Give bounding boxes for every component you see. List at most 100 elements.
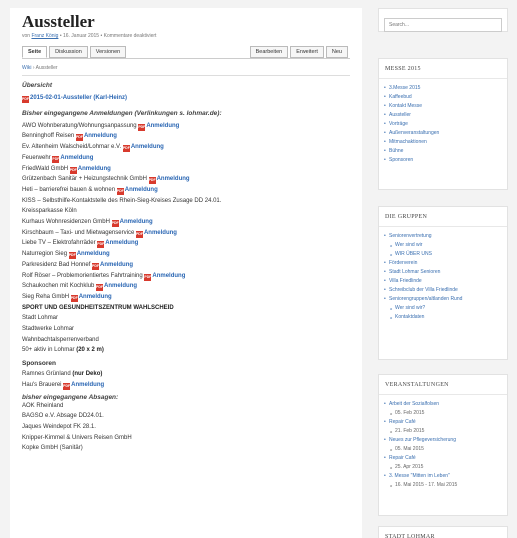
veranstaltungen-widget: VERANSTALTUNGEN Arbeit der Sozialfolsen0… (378, 374, 508, 516)
sidebar-link[interactable]: Villa Friedlinde (384, 277, 501, 286)
registrations-list: AWO Wohnberatung/Wohnungsanpassung PDFAn… (22, 121, 350, 303)
exhibitor-name: Heti – barrierefrei bauen & wohnen (22, 186, 116, 193)
post-meta: von Franz König • 16. Januar 2015 • Komm… (22, 33, 350, 39)
cancellation-row: Knipper-Kimmel & Univers Reisen GmbH (22, 434, 132, 441)
exhibitor-row: SPORT UND GESUNDHEITSZENTRUM WAHLSCHEID (22, 303, 350, 314)
event-link[interactable]: Arbeit der Sozialfolsen (384, 400, 501, 409)
sponsors-heading: Sponsoren (22, 360, 56, 368)
sidebar-link[interactable]: Seniorenvertretung (384, 232, 501, 241)
sponsor-row: Hau's Brauerei PDFAnmeldung (22, 380, 350, 391)
registration-row: Kirschbaum – Taxi- und Mietwagenservice … (22, 228, 350, 239)
pdf-icon: PDF (75, 134, 83, 142)
anmeldung-link[interactable]: Anmeldung (131, 144, 164, 150)
pdf-icon: PDF (148, 177, 156, 185)
anmeldung-link[interactable]: Anmeldung (157, 176, 190, 182)
new-button[interactable]: Neu (325, 45, 348, 58)
exhibitor-name: Rolf Röser – Problemorientiertes Fahrtra… (22, 272, 143, 279)
sidebar-link[interactable]: Kontakt Messe (384, 102, 501, 111)
cancellation-row: BAGSO e.V. Absage DD24.01. (22, 413, 104, 420)
anmeldung-link[interactable]: Anmeldung (77, 251, 110, 257)
exhibitor-row: Wahnbachtalsperrenverband (22, 335, 350, 346)
breadcrumb-current: Aussteller (35, 65, 58, 71)
registration-row: KISS – Selbsthilfe-Kontaktstelle des Rhe… (22, 196, 350, 207)
search-widget (378, 8, 508, 32)
sidebar-link[interactable]: Bühne (384, 147, 501, 156)
pdf-icon: PDF (70, 294, 78, 302)
event-link[interactable]: Repair Café (384, 454, 501, 463)
sidebar-link[interactable]: Aussteller (384, 111, 501, 120)
anmeldung-link[interactable]: Anmeldung (144, 230, 177, 236)
tab-seite[interactable]: Seite (22, 45, 48, 58)
overview-row: PDF2015-02-01-Aussteller (Karl-Heinz) (22, 93, 350, 104)
sidebar-link[interactable]: Stadt Lohmar Senioren (384, 268, 501, 277)
registration-row: Kurhaus Wohnresidenzen GmbH PDFAnmeldung (22, 217, 350, 228)
registration-row: Ev. Altenheim Walscheid/Lohmar e.V. PDFA… (22, 142, 350, 153)
pdf-icon: PDF (68, 252, 76, 260)
main-content: Aussteller von Franz König • 16. Januar … (10, 8, 362, 538)
pdf-icon: PDF (122, 145, 130, 153)
sidebar-link[interactable]: Sponsoren (384, 156, 501, 165)
exhibitor-name: Kreissparkasse Köln (22, 208, 77, 215)
sidebar-link[interactable]: Kaffeebud (384, 93, 501, 102)
sidebar-link[interactable]: Förderverein (384, 259, 501, 268)
sponsor-name: Ramnes Grünland (22, 371, 73, 378)
registration-row: Schaukochen mit Kochklub PDFAnmeldung (22, 281, 350, 292)
sidebar-link[interactable]: Wer sind wir? (389, 304, 501, 313)
anmeldung-link[interactable]: Anmeldung (146, 123, 179, 129)
sidebar-link[interactable]: 3.Messe 2015 (384, 84, 501, 93)
anmeldung-link[interactable]: Anmeldung (104, 283, 137, 289)
exhibitor-name: Parkresidenz Bad Honnef (22, 261, 91, 268)
sidebar-link[interactable]: Vorträge (384, 120, 501, 129)
sidebar-link[interactable]: Mitmachaktionen (384, 138, 501, 147)
anmeldung-link[interactable]: Anmeldung (78, 166, 111, 172)
event-link[interactable]: Neues zur Pflegeversicherung (384, 436, 501, 445)
page-title: Aussteller (22, 12, 95, 31)
anmeldung-link[interactable]: Anmeldung (120, 219, 153, 225)
sidebar-link[interactable]: Außenveranstaltungen (384, 129, 501, 138)
overview-heading: Übersicht (22, 82, 52, 89)
sponsor-name: Hau's Brauerei (22, 381, 62, 388)
registrations-heading: Bisher eingegangene Anmeldungen (Verlink… (22, 109, 222, 117)
messe-widget: MESSE 2015 3.Messe 2015KaffeebudKontakt … (378, 58, 508, 190)
sidebar-link[interactable]: WIR ÜBER UNS (389, 250, 501, 259)
sidebar-link[interactable]: Seniorengruppen/altlanden Rund (384, 295, 501, 304)
registration-row: FriedWald GmbH PDFAnmeldung (22, 164, 350, 175)
pdf-icon: PDF (111, 220, 119, 228)
overview-pdf-link[interactable]: 2015-02-01-Aussteller (Karl-Heinz) (30, 95, 127, 101)
pdf-icon: PDF (52, 155, 60, 163)
exhibitor-name: FriedWald GmbH (22, 165, 69, 172)
author-link[interactable]: Franz König (31, 33, 58, 39)
cancellations-list: AOK Rheinland BAGSO e.V. Absage DD24.01. J… (22, 401, 350, 455)
anmeldung-link[interactable]: Anmeldung (71, 382, 104, 388)
exhibitor-name: Naturregion Sieg (22, 251, 68, 258)
anmeldung-link[interactable]: Anmeldung (60, 155, 93, 161)
sidebar-link[interactable]: Schreibclub der Villa Friedlinde (384, 286, 501, 295)
anmeldung-link[interactable]: Anmeldung (79, 294, 112, 300)
pdf-icon: PDF (97, 241, 105, 249)
anmeldung-link[interactable]: Anmeldung (152, 273, 185, 279)
cancellations-heading: bisher eingegangene Absagen: (22, 393, 119, 401)
tab-diskussion[interactable]: Diskussion (49, 45, 88, 58)
anmeldung-link[interactable]: Anmeldung (105, 240, 138, 246)
search-input[interactable] (384, 18, 502, 32)
anmeldung-link[interactable]: Anmeldung (100, 262, 133, 268)
pdf-icon: PDF (144, 273, 152, 281)
meta-prefix: von (22, 33, 31, 39)
event-link[interactable]: 3. Messe "Mitten im Leben" (384, 472, 501, 481)
edit-button[interactable]: Bearbeiten (249, 45, 289, 58)
cancellation-row: Kopke GmbH (Sanitär) (22, 445, 83, 452)
widget-title-gruppen: DIE GRUPPEN (379, 207, 507, 227)
veranstaltungen-list: Arbeit der Sozialfolsen05. Feb 2015Repai… (379, 395, 507, 490)
sidebar-link[interactable]: Kontaktdaten (389, 313, 501, 322)
anmeldung-link[interactable]: Anmeldung (125, 187, 158, 193)
anmeldung-link[interactable]: Anmeldung (84, 133, 117, 139)
tab-versionen[interactable]: Versionen (89, 45, 127, 58)
exhibitor-name: Ev. Altenheim Walscheid/Lohmar e.V. (22, 144, 122, 151)
advanced-button[interactable]: Erweitert (290, 45, 324, 58)
sidebar-link[interactable]: Wer sind wir (389, 241, 501, 250)
registration-row: Grützenbach Sanitär + Heizungstechnik Gm… (22, 174, 350, 185)
divider (22, 75, 350, 76)
cancellation-row: Jaques Weindepot FK 28.1. (22, 423, 96, 430)
event-link[interactable]: Repair Café (384, 418, 501, 427)
exhibitor-name: Grützenbach Sanitär + Heizungstechnik Gm… (22, 176, 147, 183)
